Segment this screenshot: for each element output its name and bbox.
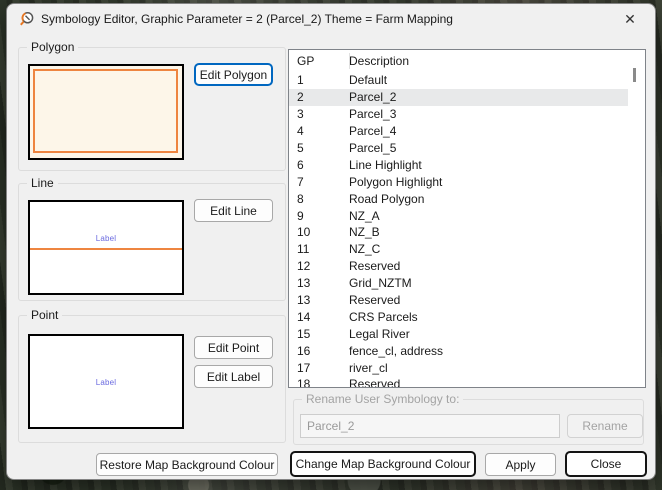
- point-preview-label: Label: [30, 378, 182, 387]
- list-item[interactable]: 9NZ_A: [289, 207, 628, 224]
- point-group-label: Point: [27, 308, 62, 322]
- list-item-gp: 18: [289, 377, 349, 387]
- gp-listview[interactable]: GP Description 1Default2Parcel_23Parcel_…: [288, 49, 646, 388]
- list-item-gp: 5: [289, 141, 349, 155]
- list-item[interactable]: 13Reserved: [289, 292, 628, 309]
- list-item-gp: 16: [289, 344, 349, 358]
- list-item[interactable]: 7Polygon Highlight: [289, 173, 628, 190]
- list-item[interactable]: 4Parcel_4: [289, 123, 628, 140]
- column-header-description[interactable]: Description: [349, 54, 409, 68]
- edit-point-button[interactable]: Edit Point: [194, 336, 273, 359]
- rename-button[interactable]: Rename: [567, 414, 643, 438]
- column-header-gp[interactable]: GP: [289, 54, 349, 68]
- list-item-gp: 6: [289, 158, 349, 172]
- line-preview-label: Label: [30, 234, 182, 243]
- point-group: Point Label Edit Point Edit Label: [18, 315, 286, 443]
- list-item-description: CRS Parcels: [349, 310, 418, 324]
- scrollbar-thumb[interactable]: [633, 68, 636, 82]
- column-divider: [349, 53, 350, 69]
- list-item[interactable]: 8Road Polygon: [289, 190, 628, 207]
- list-item[interactable]: 1Default: [289, 72, 628, 89]
- list-item-description: Road Polygon: [349, 192, 424, 206]
- gp-list-header[interactable]: GP Description: [289, 50, 645, 71]
- line-group: Line Label Edit Line: [18, 183, 286, 301]
- change-map-background-colour-button[interactable]: Change Map Background Colour: [290, 451, 476, 477]
- list-item-description: NZ_B: [349, 225, 380, 239]
- edit-label-button[interactable]: Edit Label: [194, 365, 273, 388]
- list-item-gp: 4: [289, 124, 349, 138]
- app-logo-icon: [19, 11, 35, 27]
- list-item-gp: 12: [289, 259, 349, 273]
- list-item-description: Parcel_3: [349, 107, 396, 121]
- list-item-gp: 13: [289, 293, 349, 307]
- rename-input[interactable]: [300, 414, 560, 438]
- polygon-preview-outline: [33, 69, 178, 153]
- list-item-description: Reserved: [349, 377, 400, 387]
- close-icon[interactable]: ✕: [611, 4, 649, 34]
- restore-map-background-colour-button[interactable]: Restore Map Background Colour: [96, 453, 278, 476]
- list-item-gp: 9: [289, 209, 349, 223]
- rename-group-label: Rename User Symbology to:: [302, 392, 463, 406]
- list-item-description: river_cl: [349, 361, 388, 375]
- list-item-gp: 15: [289, 327, 349, 341]
- list-item[interactable]: 15Legal River: [289, 325, 628, 342]
- line-group-label: Line: [27, 176, 58, 190]
- list-item-description: fence_cl, address: [349, 344, 443, 358]
- list-item-gp: 17: [289, 361, 349, 375]
- list-item-description: Grid_NZTM: [349, 276, 412, 290]
- list-item[interactable]: 16fence_cl, address: [289, 342, 628, 359]
- polygon-group-label: Polygon: [27, 40, 78, 54]
- line-preview: Label: [28, 200, 184, 295]
- polygon-preview: [28, 64, 184, 160]
- list-item[interactable]: 17river_cl: [289, 359, 628, 376]
- list-scrollbar[interactable]: [628, 50, 645, 387]
- list-item-gp: 10: [289, 225, 349, 239]
- list-item[interactable]: 2Parcel_2: [289, 89, 628, 106]
- list-item-description: Default: [349, 73, 387, 87]
- list-item-gp: 13: [289, 276, 349, 290]
- list-item-description: Reserved: [349, 259, 400, 273]
- list-item-gp: 7: [289, 175, 349, 189]
- apply-button[interactable]: Apply: [485, 453, 556, 476]
- list-item-description: NZ_C: [349, 242, 380, 256]
- list-item[interactable]: 3Parcel_3: [289, 106, 628, 123]
- line-preview-stroke: [30, 248, 182, 250]
- list-item-description: Parcel_4: [349, 124, 396, 138]
- gp-list-rows: 1Default2Parcel_23Parcel_34Parcel_45Parc…: [289, 72, 628, 387]
- list-item[interactable]: 11NZ_C: [289, 241, 628, 258]
- window-title: Symbology Editor, Graphic Parameter = 2 …: [41, 4, 453, 34]
- edit-line-button[interactable]: Edit Line: [194, 199, 273, 222]
- list-item[interactable]: 18Reserved: [289, 376, 628, 387]
- list-item-description: Line Highlight: [349, 158, 422, 172]
- list-item-gp: 2: [289, 90, 349, 104]
- list-item-description: Legal River: [349, 327, 410, 341]
- list-item-gp: 8: [289, 192, 349, 206]
- list-item[interactable]: 13Grid_NZTM: [289, 275, 628, 292]
- list-item-gp: 14: [289, 310, 349, 324]
- list-item[interactable]: 14CRS Parcels: [289, 308, 628, 325]
- polygon-group: Polygon Edit Polygon: [18, 47, 286, 171]
- list-item-description: Polygon Highlight: [349, 175, 442, 189]
- edit-polygon-button[interactable]: Edit Polygon: [194, 63, 273, 86]
- rename-group: Rename User Symbology to: Rename: [293, 399, 644, 445]
- list-item[interactable]: 10NZ_B: [289, 224, 628, 241]
- list-item-gp: 3: [289, 107, 349, 121]
- list-item[interactable]: 5Parcel_5: [289, 140, 628, 157]
- list-item-gp: 1: [289, 73, 349, 87]
- list-item-description: NZ_A: [349, 209, 380, 223]
- close-button[interactable]: Close: [565, 451, 647, 477]
- list-item-description: Parcel_2: [349, 90, 396, 104]
- titlebar[interactable]: Symbology Editor, Graphic Parameter = 2 …: [7, 4, 655, 34]
- list-item-gp: 11: [289, 242, 349, 256]
- list-item[interactable]: 12Reserved: [289, 258, 628, 275]
- symbology-editor-dialog: Symbology Editor, Graphic Parameter = 2 …: [6, 3, 656, 480]
- list-item-description: Reserved: [349, 293, 400, 307]
- list-item[interactable]: 6Line Highlight: [289, 156, 628, 173]
- list-item-description: Parcel_5: [349, 141, 396, 155]
- point-preview: Label: [28, 334, 184, 429]
